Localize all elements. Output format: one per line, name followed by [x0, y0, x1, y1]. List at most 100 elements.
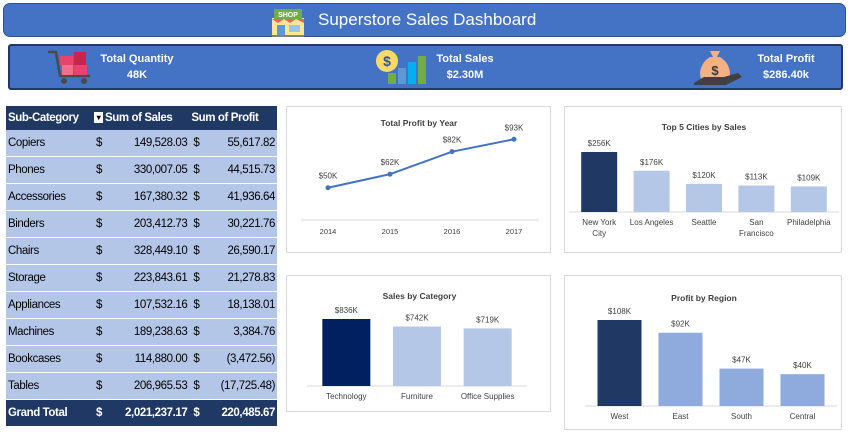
money-bag-icon: $	[694, 51, 742, 85]
row-label: Machines	[6, 318, 92, 346]
bar	[719, 368, 764, 406]
kpi-label: Total Sales	[436, 53, 494, 65]
sales-value: 114,880.00	[108, 345, 190, 373]
line-chart: Total Profit by Year $50K 2014 $62K 2015 $82K…	[301, 118, 539, 236]
data-label: $47K	[732, 356, 751, 365]
chart-sales-by-category: Sales by Category $836K Technology $742K Fur…	[286, 275, 551, 412]
kpi-label: Total Quantity	[100, 53, 174, 65]
svg-text:SHOP: SHOP	[278, 12, 298, 19]
currency-symbol: $	[189, 156, 206, 184]
bar	[597, 320, 642, 406]
kpi-total-profit: Total Profit $286.40k	[746, 51, 826, 83]
kpi-value: 48K	[126, 69, 148, 81]
table-row: Bookcases $114,880.00 $ (3,472.56)	[6, 345, 277, 373]
category-label: Office Supplies	[461, 392, 515, 401]
currency-symbol: $	[189, 183, 206, 211]
category-label: San Francisco	[739, 218, 774, 238]
sales-value: 167,380.32	[108, 183, 190, 211]
bar	[780, 374, 825, 406]
dashboard-title-bar: SHOP Superstore Sales Dashboard	[3, 3, 846, 37]
sales-value: 206,965.53	[108, 372, 190, 400]
header-sum-of-profit: Sum of Profit	[189, 106, 277, 130]
chart-title: Total Profit by Year	[381, 118, 458, 128]
data-label: $176K	[640, 158, 664, 167]
profit-value: 21,278.83	[205, 264, 277, 292]
kpi-value: $2.30M	[446, 69, 484, 81]
sales-value: 189,238.63	[108, 318, 190, 346]
bar-chart: Top 5 Cities by Sales $256K New York City $1…	[569, 122, 839, 238]
table-row: Appliances $107,532.16 $18,138.01	[6, 291, 277, 319]
row-label: Chairs	[6, 237, 92, 265]
table-row: Chairs $328,449.10 $26,590.17	[6, 237, 277, 265]
data-label: $109K	[797, 173, 821, 182]
data-label: $256K	[588, 139, 612, 148]
bar-chart: Profit by Region $108K West $92K East $47K Sou…	[585, 293, 837, 421]
profit-value: 30,221.76	[205, 210, 277, 238]
data-label: $742K	[405, 314, 429, 323]
currency-symbol: $	[189, 372, 206, 400]
row-label: Storage	[6, 264, 92, 292]
pivot-table: Sub-Category ▾ Sum of Sales Sum of Profit…	[6, 106, 277, 427]
row-label: Appliances	[6, 291, 92, 319]
category-label: West	[610, 412, 629, 421]
header-sum-of-sales[interactable]: ▾ Sum of Sales	[92, 106, 190, 130]
data-label: $50K	[319, 172, 338, 181]
currency-symbol: $	[92, 264, 108, 292]
series-line	[327, 138, 515, 189]
sales-value: 107,532.16	[108, 291, 190, 319]
table-row: Machines $189,238.63 $3,384.76	[6, 318, 277, 346]
currency-symbol: $	[92, 318, 108, 346]
category-label: Central	[790, 412, 816, 421]
currency-symbol: $	[92, 183, 108, 211]
bar	[658, 332, 703, 406]
table-row: Accessories $167,380.32 $41,936.64	[6, 183, 277, 211]
data-point	[449, 149, 455, 155]
kpi-total-quantity: Total Quantity 48K	[98, 51, 176, 83]
currency-symbol: $	[189, 130, 206, 157]
x-tick-label: 2016	[444, 227, 461, 236]
bar	[393, 326, 441, 386]
pivot-header-row: Sub-Category ▾ Sum of Sales Sum of Profit	[6, 106, 277, 130]
data-label: $93K	[505, 123, 524, 132]
currency-symbol: $	[92, 210, 108, 238]
row-label: Accessories	[6, 183, 92, 211]
grand-total-row: Grand Total $2,021,237.17 $220,485.67	[6, 399, 277, 427]
sales-value: 2,021,237.17	[108, 399, 190, 427]
header-sum-of-sales-label: Sum of Sales	[105, 112, 173, 124]
kpi-label: Total Profit	[757, 53, 815, 65]
table-row: Binders $203,412.73 $30,221.76	[6, 210, 277, 238]
category-label: New York City	[582, 218, 617, 238]
sales-growth-icon: $	[376, 50, 426, 84]
sales-value: 203,412.73	[108, 210, 190, 238]
bar	[322, 319, 371, 386]
currency-symbol: $	[92, 130, 108, 157]
row-label: Copiers	[6, 130, 92, 157]
currency-symbol: $	[189, 237, 206, 265]
data-label: $92K	[671, 320, 690, 329]
table-row: Storage $223,843.61 $21,278.83	[6, 264, 277, 292]
category-label: Philadelphia	[787, 218, 831, 227]
x-tick-label: 2014	[320, 227, 337, 236]
profit-value: 55,617.82	[205, 130, 277, 157]
x-tick-label: 2015	[382, 227, 399, 236]
bar	[463, 328, 512, 386]
sales-value: 328,449.10	[108, 237, 190, 265]
page-title: Superstore Sales Dashboard	[318, 10, 537, 29]
currency-symbol: $	[92, 345, 108, 373]
filter-icon[interactable]: ▾	[94, 112, 103, 124]
currency-symbol: $	[189, 399, 206, 427]
data-label: $120K	[692, 171, 716, 180]
chart-title: Profit by Region	[671, 293, 737, 303]
currency-symbol: $	[92, 156, 108, 184]
profit-value: (3,472.56)	[205, 345, 277, 373]
data-label: $836K	[335, 306, 359, 315]
table-row: Phones $330,007.05 $44,515.73	[6, 156, 277, 184]
data-point	[387, 171, 393, 177]
currency-symbol: $	[189, 264, 206, 292]
category-label: Seattle	[692, 218, 717, 227]
row-label: Bookcases	[6, 345, 92, 373]
shop-icon: SHOP	[272, 9, 304, 37]
sales-value: 330,007.05	[108, 156, 190, 184]
data-label: $113K	[745, 173, 768, 182]
svg-text:$: $	[383, 53, 391, 69]
